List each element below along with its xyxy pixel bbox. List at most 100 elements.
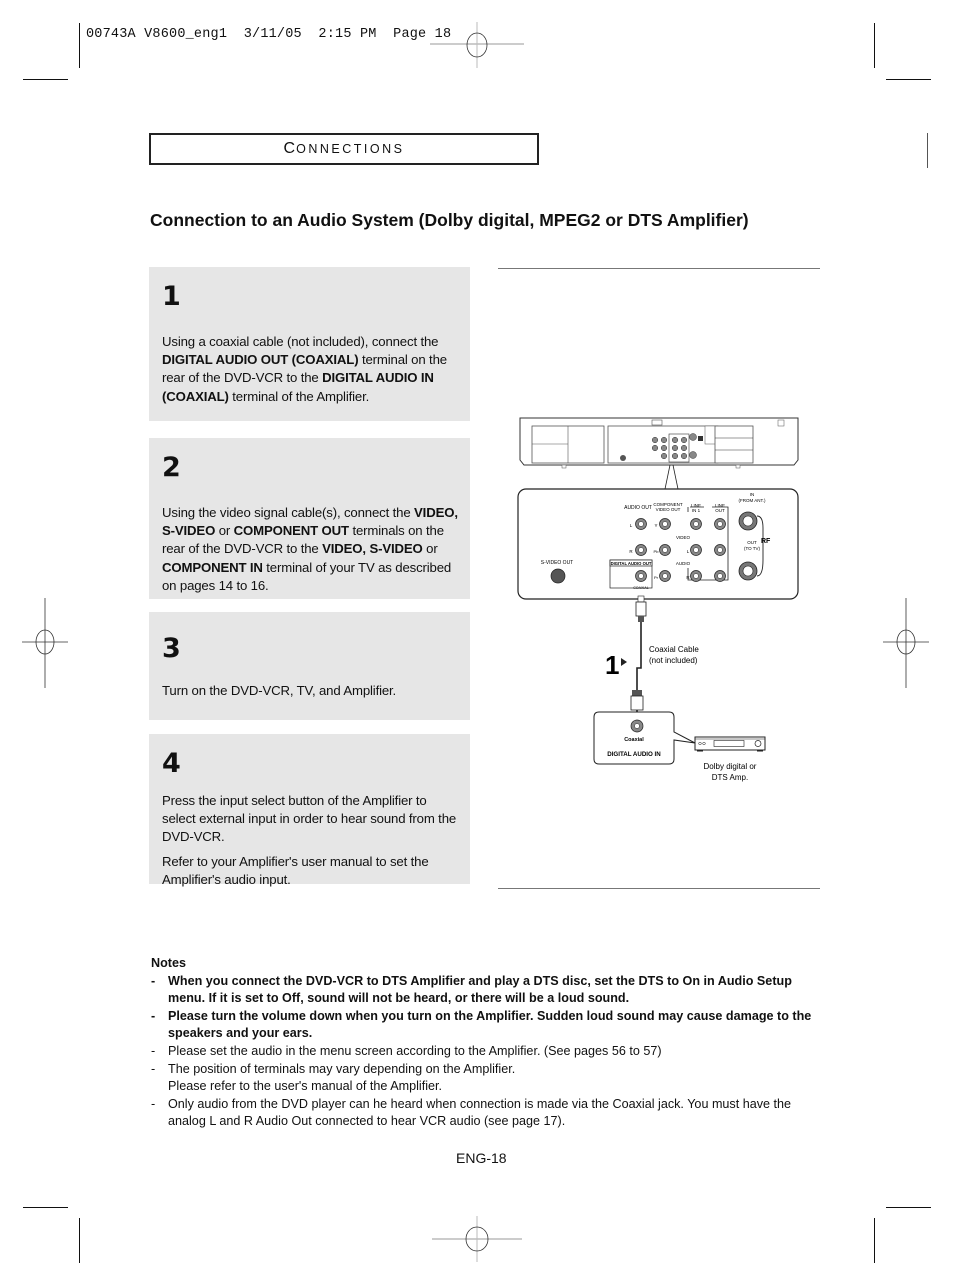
note-item: - The position of terminals may vary depe… <box>151 1061 826 1095</box>
amplifier-input-callout: Coaxial DIGITAL AUDIO IN <box>593 711 696 765</box>
label-out: OUT <box>715 508 725 513</box>
dvd-vcr-rear-panel <box>519 417 799 490</box>
step-text: or <box>422 541 438 557</box>
step-text-bold: COMPONENT OUT <box>233 523 349 539</box>
label-y: Y <box>654 523 657 528</box>
note-bullet: - <box>151 1044 156 1058</box>
step-text-bold: COMPONENT IN <box>162 559 263 575</box>
step-number: 1 <box>162 281 181 312</box>
step-body: Press the input select button of the Amp… <box>162 792 460 889</box>
amp-caption-line1: Dolby digital or <box>704 762 757 771</box>
notes-section: Notes - When you connect the DVD-VCR to D… <box>151 955 826 1130</box>
label-s-video-out: S-VIDEO OUT <box>541 560 574 566</box>
step-text: Using a coaxial cable (not included), co… <box>162 334 439 349</box>
step-text: terminal of the Amplifier. <box>228 388 370 404</box>
note-text: Only audio from the DVD player can he he… <box>168 1097 792 1128</box>
crop-mark <box>23 1207 68 1208</box>
amp-jack-label: Coaxial <box>624 737 644 743</box>
cable-label-line2: (not included) <box>649 656 698 665</box>
step-body: Using the video signal cable(s), connect… <box>162 504 460 595</box>
note-text: When you connect the DVD-VCR to DTS Ampl… <box>168 974 792 1005</box>
label-in-ant: IN <box>750 492 755 497</box>
rear-panel-detail: AUDIO OUT COMPONENT VIDEO OUT LINE IN 1 … <box>517 488 799 600</box>
label-pr: Pr <box>654 575 659 580</box>
label-audio: AUDIO <box>676 561 691 566</box>
step-number: 4 <box>162 748 181 779</box>
step-marker-1: 1 <box>605 650 619 680</box>
crop-mark <box>886 1207 931 1208</box>
page-heading: Connection to an Audio System (Dolby dig… <box>150 210 749 230</box>
crop-mark <box>874 1218 875 1263</box>
step-box-1: 1 Using a coaxial cable (not included), … <box>149 267 470 421</box>
step-marker-arrow-icon <box>621 658 627 666</box>
note-text: The position of terminals may vary depen… <box>168 1062 516 1076</box>
step-text: Turn on the DVD-VCR, TV, and Amplifier. <box>162 683 397 698</box>
amp-input-label: DIGITAL AUDIO IN <box>607 751 661 758</box>
step-text: or <box>215 523 234 539</box>
registration-mark-right <box>883 598 929 688</box>
notes-title: Notes <box>151 956 186 970</box>
note-item: - Please set the audio in the menu screen… <box>151 1043 826 1060</box>
connection-diagram: AUDIO OUT COMPONENT VIDEO OUT LINE IN 1 … <box>517 417 799 782</box>
crop-mark <box>23 79 68 80</box>
crop-mark <box>886 79 931 80</box>
section-title-initial: C <box>283 140 297 157</box>
step-text-bold: VIDEO, S-VIDEO <box>322 541 423 557</box>
step-text: Refer to your Amplifier's user manual to… <box>162 853 429 887</box>
label-from-ant: (FROM ANT.) <box>739 498 766 503</box>
step-paragraph: Refer to your Amplifier's user manual to… <box>162 853 460 889</box>
label-rf: RF <box>761 538 771 545</box>
label-coaxial-out: COAXIAL <box>633 586 649 590</box>
step-box-2: 2 Using the video signal cable(s), conne… <box>149 438 470 599</box>
step-text: Using the video signal cable(s), connect… <box>162 505 415 520</box>
label-audio-out: AUDIO OUT <box>624 505 652 511</box>
step-number: 2 <box>162 452 181 483</box>
coaxial-cable <box>630 595 647 712</box>
label-to-tv: (TO TV) <box>744 546 761 551</box>
note-bullet: - <box>151 974 156 988</box>
section-title-rest: ONNECTIONS <box>296 142 405 156</box>
label-out-tv: OUT <box>747 540 757 545</box>
step-body: Turn on the DVD-VCR, TV, and Amplifier. <box>162 682 460 700</box>
step-paragraph: Press the input select button of the Amp… <box>162 792 460 847</box>
note-bullet: - <box>151 1062 156 1076</box>
step-body: Using a coaxial cable (not included), co… <box>162 333 460 406</box>
step-box-4: 4 Press the input select button of the A… <box>149 734 470 887</box>
step-paragraph: Using the video signal cable(s), connect… <box>162 504 460 595</box>
step-text: Press the input select button of the Amp… <box>162 793 457 845</box>
label-video: VIDEO <box>676 535 691 540</box>
label-in1: IN 1 <box>692 508 701 513</box>
diagram-bottom-rule <box>498 888 820 889</box>
diagram-top-rule <box>498 268 820 269</box>
page-number: ENG-18 <box>456 1150 507 1166</box>
crop-mark <box>79 1218 80 1263</box>
step-number: 3 <box>162 633 181 664</box>
note-item: - When you connect the DVD-VCR to DTS Amp… <box>151 973 826 1007</box>
label-pb: Pb <box>654 549 660 554</box>
crop-mark <box>874 23 875 68</box>
step-paragraph: Using a coaxial cable (not included), co… <box>162 333 460 406</box>
note-text: Please refer to the user's manual of the… <box>168 1079 443 1093</box>
note-bullet: - <box>151 1097 156 1111</box>
step-box-3: 3 Turn on the DVD-VCR, TV, and Amplifier… <box>149 612 470 720</box>
step-paragraph: Turn on the DVD-VCR, TV, and Amplifier. <box>162 682 460 700</box>
note-bullet: - <box>151 1009 156 1023</box>
crop-mark <box>79 23 80 68</box>
label-video-out: VIDEO OUT <box>656 507 681 512</box>
section-header-box: CONNECTIONS <box>149 133 539 165</box>
cable-label-line1: Coaxial Cable <box>649 645 699 654</box>
registration-mark-bottom <box>432 1216 522 1262</box>
note-text: Please turn the volume down when you tur… <box>168 1009 812 1040</box>
note-item: - Only audio from the DVD player can he h… <box>151 1096 826 1130</box>
amp-caption-line2: DTS Amp. <box>712 773 748 782</box>
crop-mark <box>927 133 928 168</box>
note-item: - Please turn the volume down when you tu… <box>151 1008 826 1042</box>
section-title: CONNECTIONS <box>151 135 537 163</box>
registration-mark-top <box>430 22 524 68</box>
amplifier-icon <box>694 736 766 752</box>
notes-list: - When you connect the DVD-VCR to DTS Amp… <box>151 973 826 1130</box>
note-text: Please set the audio in the menu screen … <box>168 1044 662 1058</box>
print-slug: 00743A V8600_eng1 3/11/05 2:15 PM Page 1… <box>86 27 452 42</box>
label-digital-audio-out: DIGITAL AUDIO OUT <box>611 561 652 566</box>
step-text-bold: DIGITAL AUDIO OUT (COAXIAL) <box>162 352 359 368</box>
